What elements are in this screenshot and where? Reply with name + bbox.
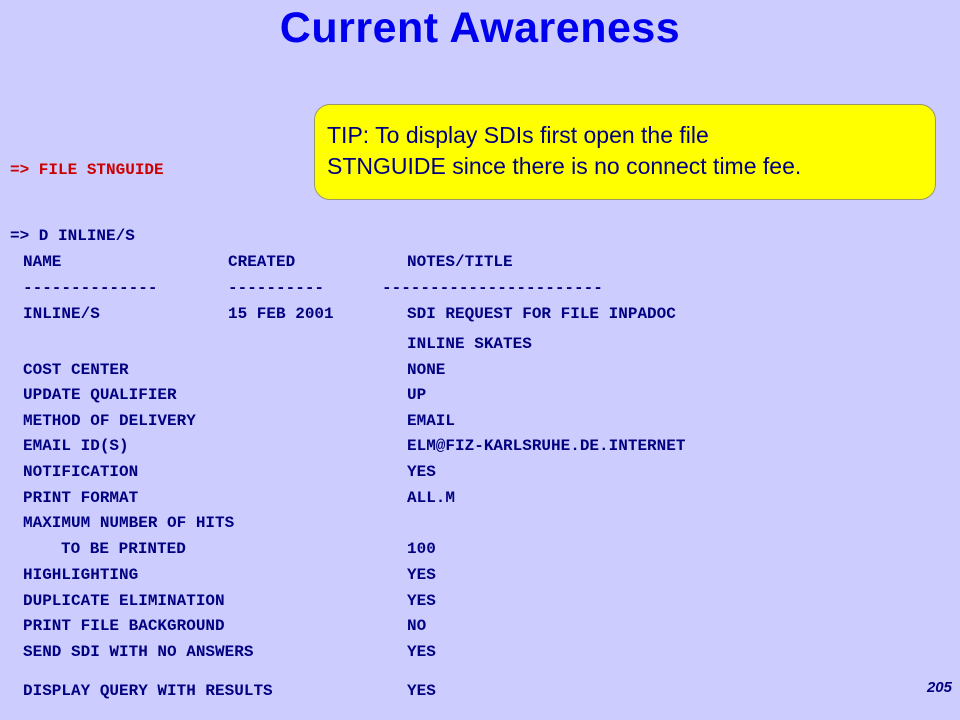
page-title: Current Awareness [279, 4, 681, 52]
setting-label: MAXIMUM NUMBER OF HITS [23, 514, 235, 532]
setting-label: PRINT FORMAT [23, 489, 139, 507]
setting-value: YES [407, 643, 436, 661]
row-created: 15 FEB 2001 [228, 305, 334, 323]
separator-name: -------------- [23, 279, 158, 297]
header-created: CREATED [228, 253, 296, 271]
header-name: NAME [23, 253, 62, 271]
setting-value: EMAIL [407, 412, 456, 430]
setting-value: UP [407, 386, 427, 404]
header-notes: NOTES/TITLE [407, 253, 513, 271]
setting-value: YES [407, 592, 436, 610]
setting-value: YES [407, 682, 436, 700]
separator-notes: ----------------------- [382, 279, 603, 297]
setting-value: YES [407, 463, 436, 481]
setting-label: UPDATE QUALIFIER [23, 386, 177, 404]
display-command: => D INLINE/S [10, 227, 135, 245]
file-command: => FILE STNGUIDE [10, 161, 164, 179]
setting-label: COST CENTER [23, 361, 129, 379]
tip-callout: TIP: To display SDIs first open the file… [314, 104, 936, 200]
setting-label: SEND SDI WITH NO ANSWERS [23, 643, 254, 661]
setting-label: DUPLICATE ELIMINATION [23, 592, 225, 610]
setting-value: NONE [407, 361, 446, 379]
setting-value: NO [407, 617, 427, 635]
setting-value: ALL.M [407, 489, 456, 507]
setting-label: METHOD OF DELIVERY [23, 412, 196, 430]
row-notes-continued: INLINE SKATES [407, 335, 532, 353]
separator-created: ---------- [228, 279, 325, 297]
tip-line-2: STNGUIDE since there is no connect time … [327, 153, 802, 179]
setting-value: YES [407, 566, 436, 584]
row-notes: SDI REQUEST FOR FILE INPADOC [407, 305, 676, 323]
setting-label: NOTIFICATION [23, 463, 139, 481]
setting-value: ELM@FIZ-KARLSRUHE.DE.INTERNET [407, 437, 686, 455]
setting-label: TO BE PRINTED [61, 540, 186, 558]
tip-line-1: TIP: To display SDIs first open the file [327, 122, 709, 148]
setting-label: HIGHLIGHTING [23, 566, 139, 584]
setting-label: PRINT FILE BACKGROUND [23, 617, 225, 635]
setting-label: EMAIL ID(S) [23, 437, 129, 455]
row-name: INLINE/S [23, 305, 100, 323]
setting-value: 100 [407, 540, 436, 558]
setting-label: DISPLAY QUERY WITH RESULTS [23, 682, 273, 700]
page-number: 205 [926, 679, 952, 696]
